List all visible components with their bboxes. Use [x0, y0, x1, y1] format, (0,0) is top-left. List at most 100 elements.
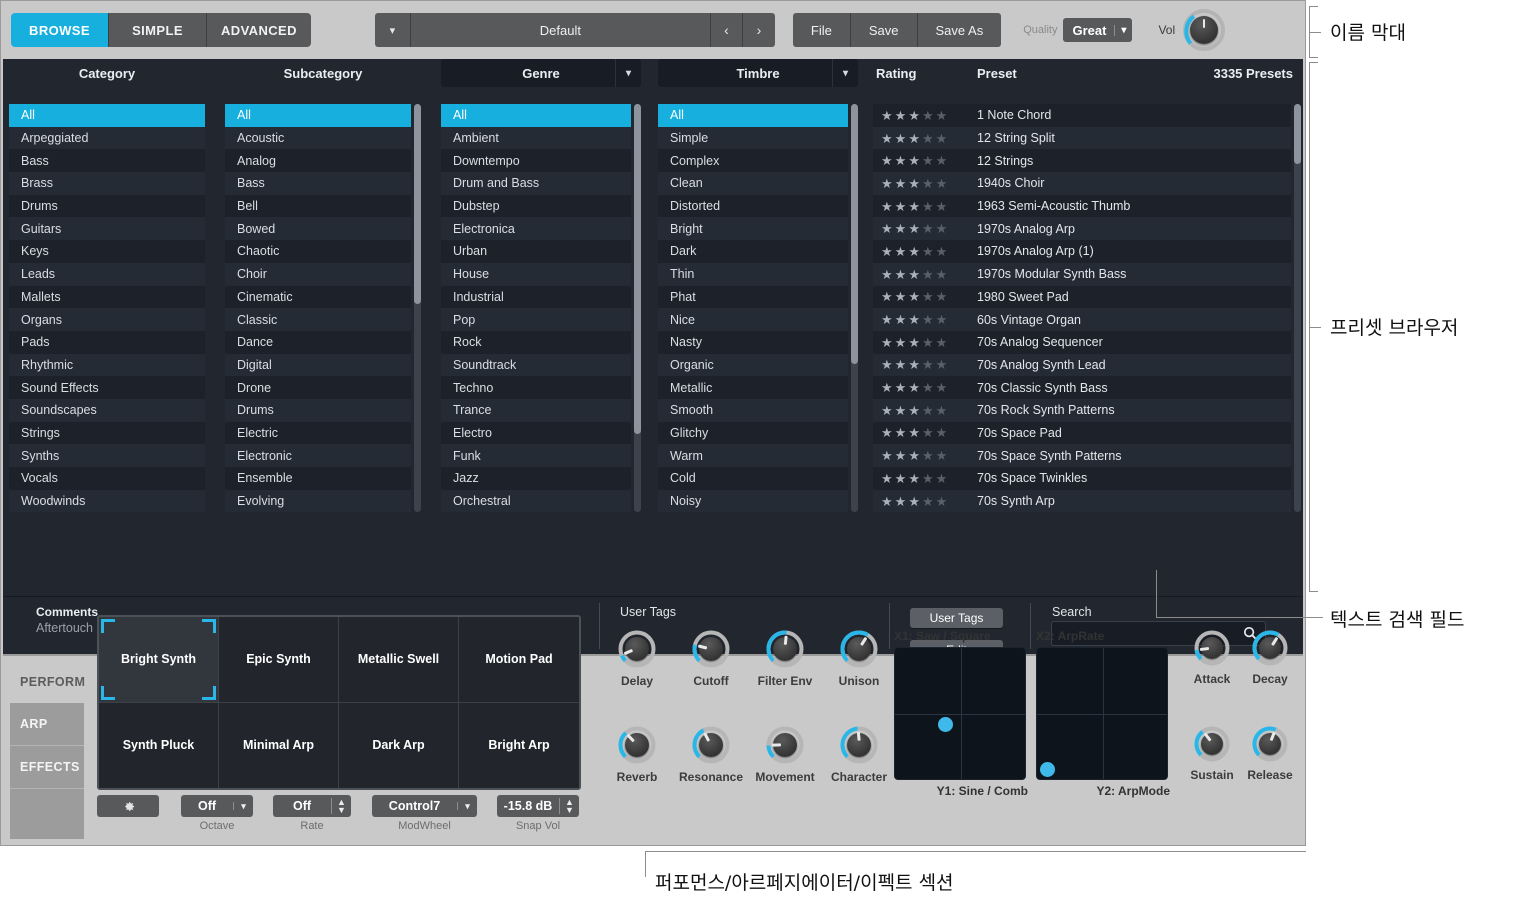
- list-item[interactable]: Jazz: [441, 467, 631, 490]
- star-icon[interactable]: ★: [908, 245, 920, 258]
- star-icon[interactable]: ★: [922, 495, 934, 508]
- list-item[interactable]: Choir: [225, 263, 411, 286]
- knob-filter-env[interactable]: Filter Env: [749, 629, 821, 688]
- preset-scroll-thumb[interactable]: [1294, 104, 1301, 164]
- star-icon[interactable]: ★: [936, 381, 948, 394]
- star-icon[interactable]: ★: [936, 336, 948, 349]
- list-item[interactable]: Ensemble: [225, 467, 411, 490]
- tab-perform[interactable]: PERFORM: [10, 660, 84, 703]
- star-icon[interactable]: ★: [922, 426, 934, 439]
- rating-stars[interactable]: ★★★★★: [873, 109, 965, 122]
- rating-stars[interactable]: ★★★★★: [873, 426, 965, 439]
- star-icon[interactable]: ★: [908, 290, 920, 303]
- rating-stars[interactable]: ★★★★★: [873, 313, 965, 326]
- star-icon[interactable]: ★: [922, 200, 934, 213]
- table-row[interactable]: ★★★★★70s Space Pad: [873, 422, 1291, 445]
- previous-preset-button[interactable]: ‹: [711, 13, 743, 47]
- rating-stars[interactable]: ★★★★★: [873, 449, 965, 462]
- list-item[interactable]: Bell: [225, 195, 411, 218]
- star-icon[interactable]: ★: [881, 222, 893, 235]
- list-item[interactable]: Bowed: [225, 217, 411, 240]
- star-icon[interactable]: ★: [895, 245, 907, 258]
- list-item[interactable]: Rhythmic: [9, 354, 205, 377]
- knob-unison[interactable]: Unison: [823, 629, 895, 688]
- star-icon[interactable]: ★: [908, 109, 920, 122]
- knob-movement[interactable]: Movement: [749, 725, 821, 784]
- list-item[interactable]: Ambient: [441, 127, 631, 150]
- star-icon[interactable]: ★: [881, 268, 893, 281]
- knob-reverb[interactable]: Reverb: [601, 725, 673, 784]
- star-icon[interactable]: ★: [908, 222, 920, 235]
- table-row[interactable]: ★★★★★70s Synth Arp: [873, 490, 1291, 512]
- next-preset-button[interactable]: ›: [743, 13, 775, 47]
- tab-effects[interactable]: EFFECTS: [10, 746, 84, 789]
- list-item[interactable]: Electronic: [225, 444, 411, 467]
- xy-pad-1-handle[interactable]: [938, 717, 953, 732]
- star-icon[interactable]: ★: [881, 426, 893, 439]
- list-item[interactable]: Pads: [9, 331, 205, 354]
- star-icon[interactable]: ★: [881, 313, 893, 326]
- list-item[interactable]: Nasty: [658, 331, 848, 354]
- tab-advanced[interactable]: ADVANCED: [207, 13, 311, 47]
- knob-attack[interactable]: Attack: [1184, 629, 1240, 686]
- star-icon[interactable]: ★: [908, 336, 920, 349]
- list-item[interactable]: Acoustic: [225, 127, 411, 150]
- list-item[interactable]: Vocals: [9, 467, 205, 490]
- rating-stars[interactable]: ★★★★★: [873, 358, 965, 371]
- list-item[interactable]: Mallets: [9, 286, 205, 309]
- list-item[interactable]: All: [9, 104, 205, 127]
- list-item[interactable]: All: [441, 104, 631, 127]
- knob-decay[interactable]: Decay: [1242, 629, 1298, 686]
- category-list[interactable]: AllArpeggiatedBassBrassDrumsGuitarsKeysL…: [9, 104, 205, 512]
- star-icon[interactable]: ★: [895, 200, 907, 213]
- performance-pad[interactable]: Dark Arp: [339, 703, 459, 789]
- list-item[interactable]: Organic: [658, 354, 848, 377]
- list-item[interactable]: Synths: [9, 444, 205, 467]
- table-row[interactable]: ★★★★★70s Analog Synth Lead: [873, 354, 1291, 377]
- star-icon[interactable]: ★: [922, 358, 934, 371]
- list-item[interactable]: Soundscapes: [9, 399, 205, 422]
- performance-pad[interactable]: Motion Pad: [459, 617, 579, 703]
- pad-settings-button[interactable]: [97, 795, 159, 817]
- quality-select[interactable]: Great ▾: [1063, 18, 1132, 42]
- list-item[interactable]: Classic: [225, 308, 411, 331]
- save-button[interactable]: Save: [851, 13, 918, 47]
- list-item[interactable]: Drums: [9, 195, 205, 218]
- timbre-scroll-thumb[interactable]: [851, 104, 858, 364]
- star-icon[interactable]: ★: [908, 132, 920, 145]
- performance-pad[interactable]: Bright Arp: [459, 703, 579, 789]
- star-icon[interactable]: ★: [936, 404, 948, 417]
- star-icon[interactable]: ★: [908, 381, 920, 394]
- star-icon[interactable]: ★: [936, 358, 948, 371]
- list-item[interactable]: Glitchy: [658, 422, 848, 445]
- rating-stars[interactable]: ★★★★★: [873, 222, 965, 235]
- knob-cutoff[interactable]: Cutoff: [675, 629, 747, 688]
- list-item[interactable]: Thin: [658, 263, 848, 286]
- list-item[interactable]: Bright: [658, 217, 848, 240]
- performance-pad[interactable]: Bright Synth: [99, 617, 219, 703]
- star-icon[interactable]: ★: [922, 404, 934, 417]
- knob-resonance[interactable]: Resonance: [675, 725, 747, 784]
- star-icon[interactable]: ★: [908, 472, 920, 485]
- star-icon[interactable]: ★: [895, 177, 907, 190]
- star-icon[interactable]: ★: [895, 132, 907, 145]
- star-icon[interactable]: ★: [881, 495, 893, 508]
- rating-stars[interactable]: ★★★★★: [873, 245, 965, 258]
- preset-result-list[interactable]: ★★★★★1 Note Chord★★★★★12 String Split★★★…: [873, 104, 1291, 512]
- star-icon[interactable]: ★: [922, 449, 934, 462]
- list-item[interactable]: Nice: [658, 308, 848, 331]
- list-item[interactable]: Drum and Bass: [441, 172, 631, 195]
- rating-stars[interactable]: ★★★★★: [873, 336, 965, 349]
- star-icon[interactable]: ★: [936, 222, 948, 235]
- star-icon[interactable]: ★: [922, 268, 934, 281]
- star-icon[interactable]: ★: [936, 449, 948, 462]
- column-header-timbre[interactable]: Timbre ▾: [658, 59, 858, 87]
- table-row[interactable]: ★★★★★1 Note Chord: [873, 104, 1291, 127]
- star-icon[interactable]: ★: [936, 268, 948, 281]
- tab-browse[interactable]: BROWSE: [11, 13, 109, 47]
- list-item[interactable]: Keys: [9, 240, 205, 263]
- star-icon[interactable]: ★: [936, 426, 948, 439]
- list-item[interactable]: Leads: [9, 263, 205, 286]
- star-icon[interactable]: ★: [895, 426, 907, 439]
- list-item[interactable]: Trance: [441, 399, 631, 422]
